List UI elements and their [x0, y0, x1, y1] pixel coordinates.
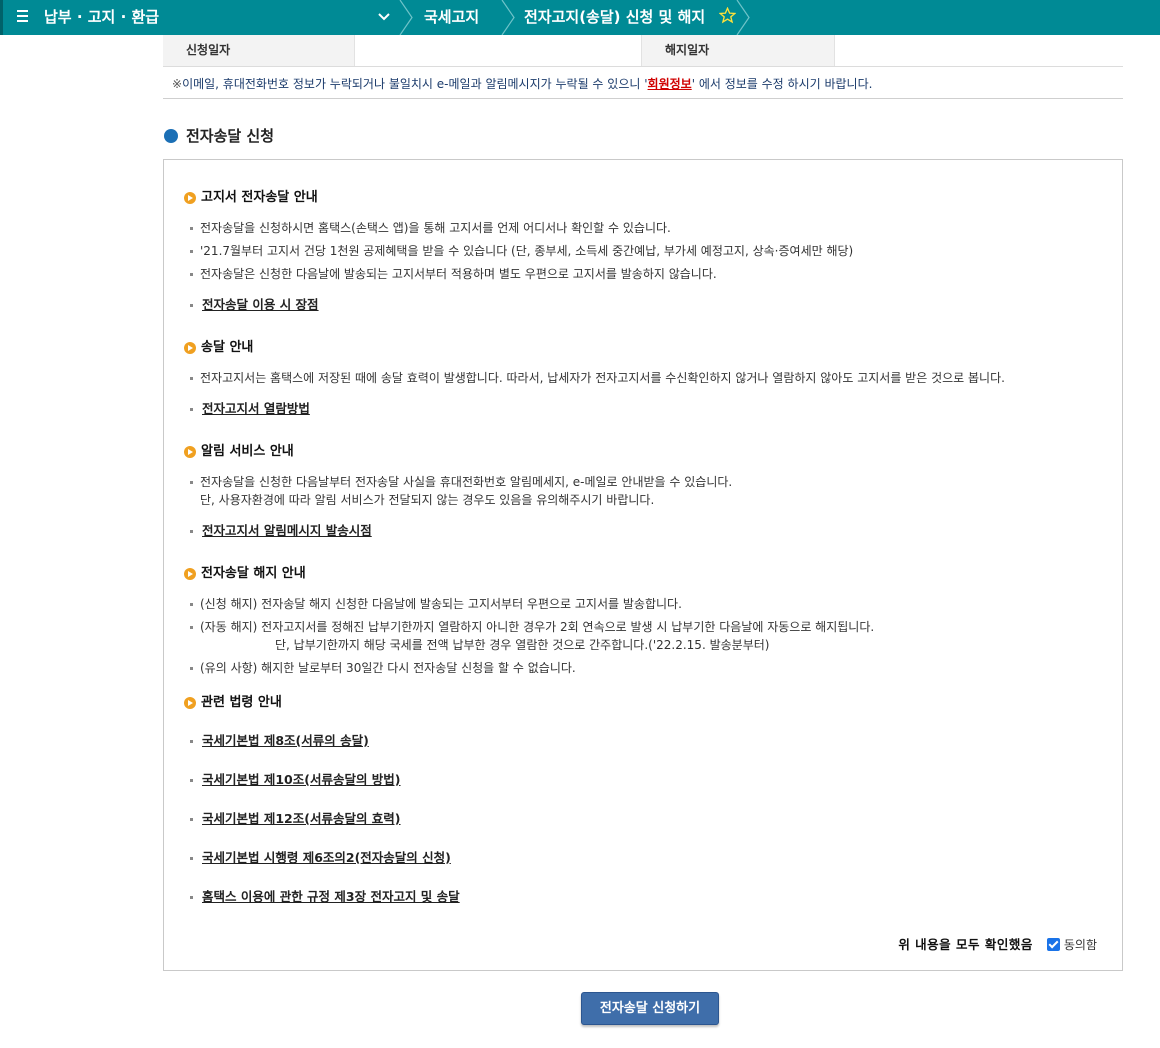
breadcrumb-item-2[interactable]: 전자고지(송달) 신청 및 해지	[524, 0, 705, 35]
list-item: '21.7월부터 고지서 건당 1천원 공제혜택을 받을 수 있습니다 (단, …	[190, 242, 853, 260]
orange-arrow-icon	[184, 568, 196, 580]
notice-text: ※이메일, 휴대전화번호 정보가 누락되거나 불일치시 e-메일과 알림메시지가…	[163, 67, 1123, 99]
view-method-link[interactable]: 전자고지서 열람방법	[190, 400, 310, 418]
orange-arrow-icon	[184, 697, 196, 709]
star-icon[interactable]	[719, 7, 736, 24]
alert-timing-link[interactable]: 전자고지서 알림메시지 발송시점	[190, 522, 372, 540]
law-link[interactable]: 국세기본법 시행령 제6조의2(전자송달의 신청)	[190, 849, 451, 867]
chevron-down-icon[interactable]	[377, 11, 391, 23]
list-item: 전자고지서는 홈택스에 저장된 때에 송달 효력이 발생합니다. 따라서, 납세…	[190, 369, 1005, 387]
breadcrumb-separator-icon	[399, 0, 413, 35]
subsection-title: 전자송달 해지 안내	[184, 566, 306, 582]
cancel-date-value	[834, 35, 1123, 66]
section-title-text: 전자송달 신청	[186, 127, 275, 145]
apply-date-label: 신청일자	[163, 35, 354, 66]
list-item: (유의 사항) 해지한 날로부터 30일간 다시 전자송달 신청을 할 수 없습…	[190, 659, 576, 677]
top-nav-bar: 납부 · 고지 · 환급 국세고지 전자고지(송달) 신청 및 해지	[0, 0, 1160, 35]
law-link[interactable]: 국세기본법 제8조(서류의 송달)	[190, 732, 369, 750]
apply-date-value	[354, 35, 642, 66]
application-info-box: 고지서 전자송달 안내 전자송달을 신청하시면 홈택스(손택스 앱)을 통해 고…	[163, 159, 1123, 971]
list-item: (자동 해지) 전자고지서를 정해진 납부기한까지 열람하지 아니한 경우가 2…	[190, 618, 874, 636]
list-item: 전자송달을 신청하시면 홈택스(손택스 앱)을 통해 고지서를 언제 어디서나 …	[190, 219, 671, 237]
arrow-circle-icon	[164, 129, 178, 143]
orange-arrow-icon	[184, 446, 196, 458]
notice-before: 이메일, 휴대전화번호 정보가 누락되거나 불일치시 e-메일과 알림메시지가 …	[182, 77, 648, 91]
confirm-text: 위 내용을 모두 확인했음	[898, 937, 1033, 952]
breadcrumb-item-1[interactable]: 국세고지	[424, 0, 479, 35]
subsection-title: 고지서 전자송달 안내	[184, 190, 318, 206]
list-item-continued: 단, 납부기한까지 해당 국세를 전액 납부한 경우 열람한 것으로 간주합니다…	[275, 638, 770, 652]
agree-label[interactable]: 동의함	[1064, 938, 1097, 952]
subsection-title: 송달 안내	[184, 340, 253, 356]
benefits-link[interactable]: 전자송달 이용 시 장점	[190, 296, 319, 314]
agree-checkbox[interactable]	[1046, 938, 1060, 951]
law-link[interactable]: 국세기본법 제12조(서류송달의 효력)	[190, 810, 401, 828]
menu-title[interactable]: 납부 · 고지 · 환급	[44, 0, 159, 35]
confirm-row: 위 내용을 모두 확인했음 동의함	[898, 936, 1097, 954]
section-title: 전자송달 신청	[164, 126, 274, 146]
law-link[interactable]: 국세기본법 제10조(서류송달의 방법)	[190, 771, 401, 789]
member-info-link[interactable]: 회원정보	[648, 77, 692, 91]
subsection-title: 알림 서비스 안내	[184, 444, 294, 460]
breadcrumb-separator-icon	[501, 0, 515, 35]
cancel-date-label: 해지일자	[642, 35, 834, 66]
subsection-title: 관련 법령 안내	[184, 695, 282, 711]
list-item-continued: 단, 사용자환경에 따라 알림 서비스가 전달되지 않는 경우도 있음을 유의해…	[200, 493, 655, 507]
notice-after: ' 에서 정보를 수정 하시기 바랍니다.	[691, 77, 873, 91]
apply-e-delivery-button[interactable]: 전자송달 신청하기	[581, 992, 719, 1025]
law-link[interactable]: 홈택스 이용에 관한 규정 제3장 전자고지 및 송달	[190, 888, 460, 906]
list-item: 전자송달을 신청한 다음날부터 전자송달 사실을 휴대전화번호 알림메세지, e…	[190, 473, 732, 491]
breadcrumb-separator-icon	[736, 0, 750, 35]
list-item: 전자송달은 신청한 다음날에 발송되는 고지서부터 적용하며 별도 우편으로 고…	[190, 265, 717, 283]
menu-icon[interactable]	[17, 10, 28, 24]
notice-mark: ※	[172, 77, 183, 91]
orange-arrow-icon	[184, 192, 196, 204]
date-info-row: 신청일자 해지일자	[163, 35, 1123, 67]
topbar-edge	[0, 0, 3, 35]
orange-arrow-icon	[184, 342, 196, 354]
list-item: (신청 해지) 전자송달 해지 신청한 다음날에 발송되는 고지서부터 우편으로…	[190, 595, 682, 613]
